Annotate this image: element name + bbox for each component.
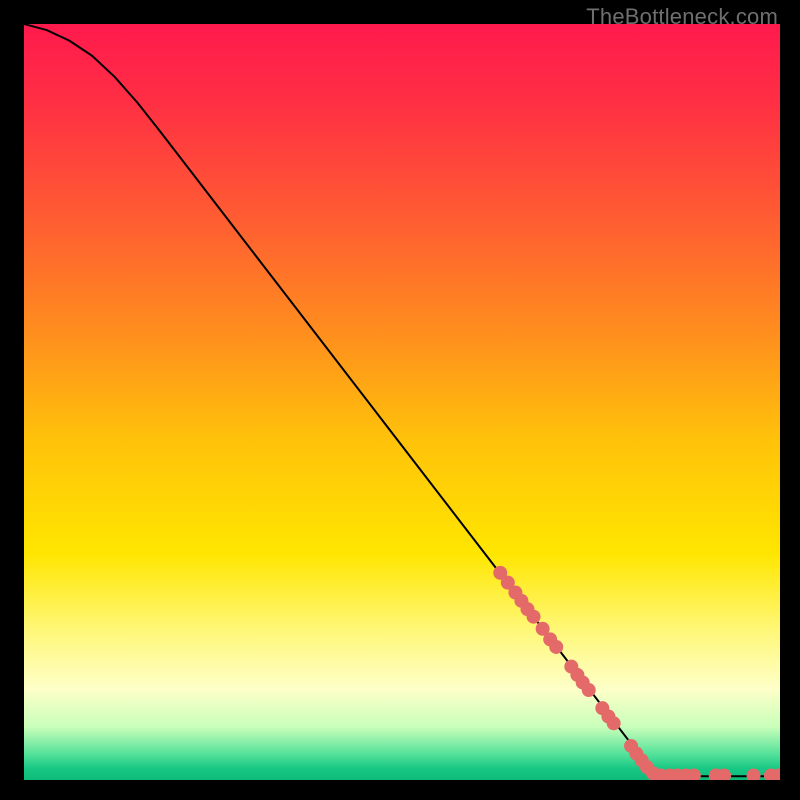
gradient-background	[24, 24, 780, 780]
marker-point	[527, 610, 541, 624]
chart-svg	[24, 24, 780, 780]
watermark-text: TheBottleneck.com	[586, 4, 778, 30]
marker-point	[549, 640, 563, 654]
plot-area	[24, 24, 780, 780]
chart-frame: TheBottleneck.com	[0, 0, 800, 800]
marker-point	[582, 683, 596, 697]
marker-point	[607, 716, 621, 730]
